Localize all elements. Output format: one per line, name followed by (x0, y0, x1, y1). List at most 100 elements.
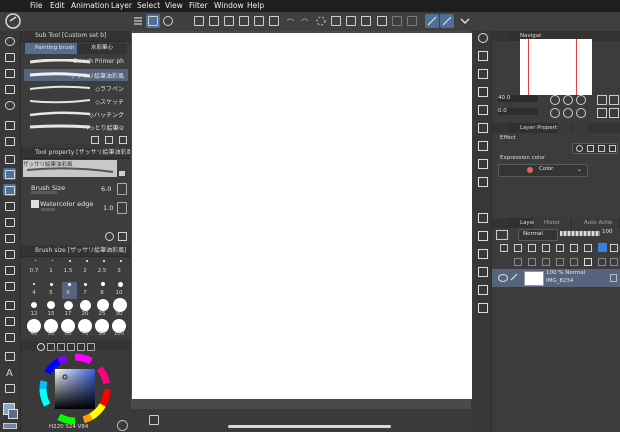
material-icon[interactable] (478, 267, 488, 277)
v-value[interactable]: 84 (81, 424, 88, 430)
zoom-in-icon[interactable] (563, 95, 573, 105)
s-value[interactable]: 24 (69, 424, 76, 430)
expression-color-select[interactable]: Color ⌄ (498, 164, 588, 177)
rotate-left-icon[interactable] (550, 108, 560, 118)
fit-screen-icon[interactable] (597, 95, 607, 105)
menu-help[interactable]: Help (247, 1, 264, 10)
airbrush-tool-icon[interactable] (3, 184, 16, 196)
crop-icon[interactable] (359, 14, 373, 28)
opacity-value[interactable]: 100 (602, 229, 613, 235)
size-label[interactable]: 3 (112, 268, 126, 274)
lasso-tool-icon[interactable] (3, 99, 16, 111)
eye-icon[interactable] (498, 274, 508, 282)
opacity-slider[interactable] (560, 231, 600, 236)
navigator-preview[interactable] (520, 39, 592, 95)
chevron-down-icon[interactable] (458, 14, 472, 28)
visibility-icon[interactable] (161, 14, 175, 28)
material-icon[interactable] (478, 249, 488, 259)
sub-color-swatch[interactable] (8, 409, 18, 419)
size-label[interactable]: 30 (112, 311, 126, 317)
operation-tool-icon[interactable] (3, 67, 16, 79)
transparent-color-swatch[interactable] (3, 423, 17, 429)
hue-ring[interactable] (39, 353, 111, 425)
size-label[interactable]: 7 (78, 290, 92, 296)
menu-file[interactable]: File (30, 1, 43, 10)
border-effect-icon[interactable] (576, 145, 583, 152)
share-icon[interactable] (267, 14, 281, 28)
snap-ruler-icon[interactable] (425, 14, 439, 28)
tab-layer-property[interactable]: Layer Propert (508, 123, 557, 133)
save-icon[interactable] (237, 14, 251, 28)
zoom-field[interactable]: 40.0 (498, 95, 538, 102)
blend-mode-select[interactable]: Normal (518, 229, 558, 241)
brush-size-value[interactable]: 6.0 (101, 185, 111, 193)
size-label[interactable]: 17 (61, 311, 75, 317)
brush-size-spin-icon[interactable] (117, 183, 127, 195)
decoration-tool-icon[interactable] (3, 200, 16, 212)
cloud-icon[interactable] (222, 14, 236, 28)
delete-subtool-icon[interactable] (119, 136, 127, 144)
invert-selection-icon[interactable] (405, 14, 419, 28)
material-icon[interactable] (478, 87, 488, 97)
undo-icon[interactable] (283, 14, 297, 28)
size-label[interactable]: 60 (61, 331, 75, 337)
mask-icon[interactable] (570, 244, 578, 252)
auto-select-tool-icon[interactable] (3, 83, 16, 95)
merge-down-icon[interactable] (570, 258, 578, 266)
size-label[interactable]: 70 (78, 331, 92, 337)
lock-transparency-icon[interactable] (556, 244, 564, 252)
size-label[interactable]: 2.5 (95, 268, 109, 274)
reference-layer-icon[interactable] (514, 244, 522, 252)
tab-watercolor-brush[interactable]: 水彩筆心 (79, 43, 127, 54)
watercolor-slider-track[interactable] (41, 208, 55, 211)
create-subtool-icon[interactable] (105, 136, 113, 144)
size-label[interactable]: 80 (95, 331, 109, 337)
size-label[interactable]: 100 (112, 331, 126, 337)
redo-icon[interactable] (298, 14, 312, 28)
edit-toolbar-icon[interactable] (146, 14, 160, 28)
ruler-tool-icon[interactable] (3, 315, 16, 327)
actual-pixels-icon[interactable] (609, 95, 619, 105)
add-property-icon[interactable] (105, 232, 114, 241)
eraser-tool-icon[interactable] (3, 216, 16, 228)
approximate-color-tab-icon[interactable] (77, 343, 85, 351)
zoom-out-icon[interactable] (550, 95, 560, 105)
size-label[interactable]: 1 (44, 268, 58, 274)
size-label[interactable]: 10 (112, 290, 126, 296)
watercolor-checkbox[interactable] (31, 200, 39, 208)
menu-edit[interactable]: Edit (50, 1, 65, 10)
lock-icon[interactable] (118, 168, 126, 176)
blend-tool-icon[interactable] (3, 232, 16, 244)
settings-icon[interactable] (117, 420, 128, 431)
brush-item[interactable]: べっとり絵筆② (24, 121, 128, 133)
tab-auto-action[interactable]: Auto Actio (572, 218, 618, 228)
menu-view[interactable]: View (165, 1, 183, 10)
pencil-icon[interactable] (510, 273, 518, 281)
material-icon[interactable] (478, 105, 488, 115)
menu-layer[interactable]: Layer (111, 1, 132, 10)
export-icon[interactable] (252, 14, 266, 28)
ruler-icon[interactable] (584, 244, 592, 252)
size-label[interactable]: 15 (44, 311, 58, 317)
search-icon[interactable] (478, 33, 488, 43)
draft-layer-icon[interactable] (528, 244, 536, 252)
material-icon[interactable] (478, 141, 488, 151)
clear-selection-icon[interactable] (390, 14, 404, 28)
size-label[interactable]: 0.7 (27, 268, 41, 274)
material-icon[interactable] (478, 213, 488, 223)
pencil-tool-icon[interactable] (3, 153, 16, 165)
material-icon[interactable] (478, 285, 488, 295)
new-file-icon[interactable] (192, 14, 206, 28)
size-label[interactable]: 4 (27, 290, 41, 296)
flip-vertical-icon[interactable] (609, 108, 619, 118)
copy-subtool-icon[interactable] (91, 136, 99, 144)
mask-layer-icon[interactable] (584, 258, 592, 266)
color-history-tab-icon[interactable] (87, 343, 95, 351)
object-tool-icon[interactable] (3, 382, 16, 394)
size-label[interactable]: 1.5 (61, 268, 75, 274)
correct-line-tool-icon[interactable] (3, 350, 16, 362)
size-label[interactable]: 2 (78, 268, 92, 274)
material-icon[interactable] (478, 177, 488, 187)
new-folder-icon[interactable] (542, 258, 550, 266)
layer-property-icon[interactable] (610, 274, 617, 282)
